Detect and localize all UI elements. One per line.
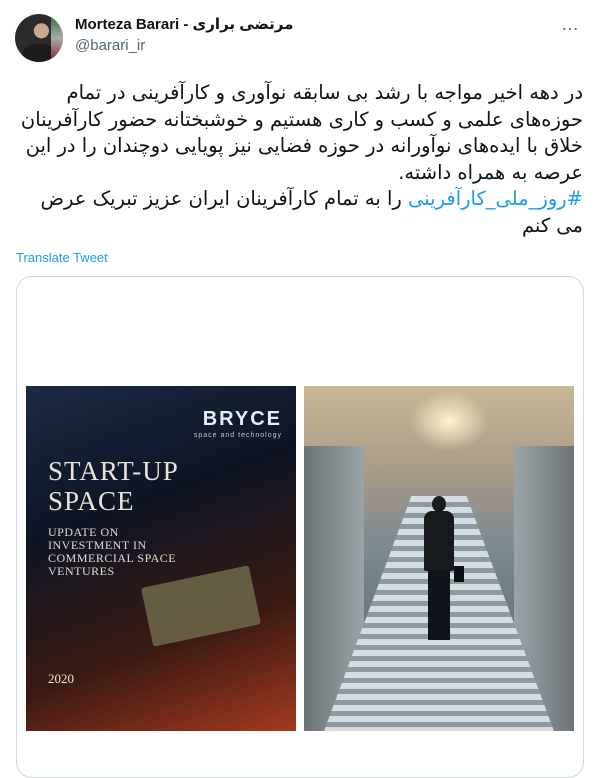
bryce-logo: BRYCE <box>202 408 282 430</box>
display-name[interactable]: Morteza Barari - مرتضی براری <box>75 15 293 33</box>
tweet-body: در دهه اخیر مواجه با رشد بی سابقه نوآوری… <box>20 81 583 184</box>
media-image-stairs[interactable] <box>304 386 574 731</box>
businessman-figure <box>422 496 464 646</box>
translate-tweet-link[interactable]: Translate Tweet <box>16 250 108 265</box>
cover-title-line1: START-UP <box>48 456 179 486</box>
user-handle[interactable]: @barari_ir <box>75 37 293 54</box>
media-image-start-up-space[interactable]: BRYCE space and technology START-UP SPAC… <box>26 386 296 731</box>
tweet-hashtag-line: #روز_ملی_کارآفرینی را به تمام کارآفرینان… <box>16 186 583 239</box>
author-block: Morteza Barari - مرتضی براری @barari_ir <box>75 15 293 54</box>
media-card: BRYCE space and technology START-UP SPAC… <box>16 276 584 778</box>
man-head <box>432 496 446 512</box>
avatar-flag <box>51 14 63 62</box>
sun-glow <box>409 391 489 451</box>
cover-title-line2: SPACE <box>48 486 135 516</box>
bryce-tagline: space and technology <box>193 432 282 439</box>
man-legs <box>428 570 450 640</box>
briefcase-icon <box>454 566 464 582</box>
man-body <box>424 511 454 571</box>
cover-year: 2020 <box>48 671 74 686</box>
avatar[interactable] <box>15 14 63 62</box>
tweet-text: در دهه اخیر مواجه با رشد بی سابقه نوآوری… <box>16 80 583 239</box>
hashtag-link[interactable]: #روز_ملی_کارآفرینی <box>408 187 583 210</box>
more-options-icon[interactable]: … <box>561 14 580 35</box>
cover-subtitle: UPDATE ON INVESTMENT IN COMMERCIAL SPACE… <box>48 525 177 578</box>
